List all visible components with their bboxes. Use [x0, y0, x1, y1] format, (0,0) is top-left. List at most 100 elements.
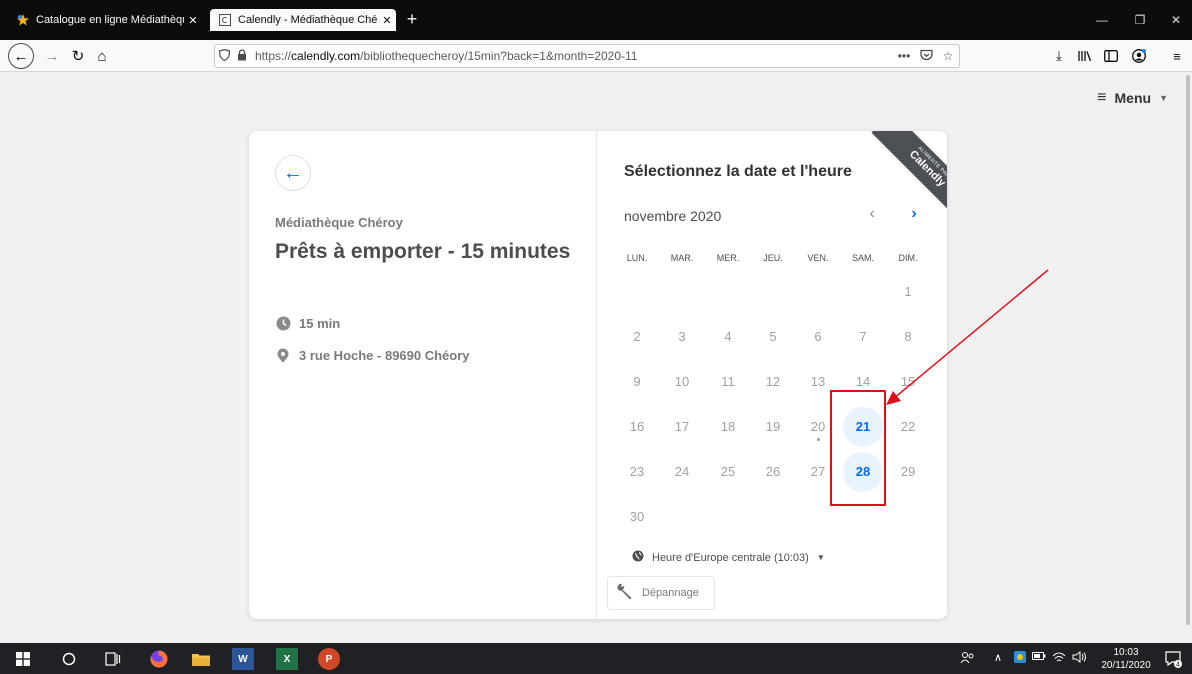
account-icon[interactable] [1128, 44, 1150, 68]
calendar-day: 15 [900, 374, 916, 389]
tab-calendly[interactable]: Calendly - Médiathèque Chéroy ✕ [210, 9, 396, 31]
location-pin-icon [275, 347, 291, 363]
select-date-title: Sélectionnez la date et l'heure [624, 163, 852, 180]
download-icon[interactable]: ⤓ [1048, 44, 1070, 68]
reload-icon[interactable]: ↻ [66, 44, 90, 68]
firefox-icon[interactable] [148, 648, 170, 670]
menu-button[interactable]: ≡ Menu ▼ [1097, 89, 1168, 107]
pocket-icon[interactable] [915, 49, 937, 64]
action-center-icon[interactable]: 4 [1164, 650, 1182, 669]
calendar-day: 3 [678, 329, 686, 344]
lock-icon[interactable] [233, 48, 251, 64]
weekday-label: SAM. [851, 253, 874, 263]
calendar-day: 6 [814, 329, 822, 344]
event-title: Prêts à emporter - 15 minutes [275, 240, 571, 263]
timezone-label: Heure d'Europe centrale (10:03) [652, 551, 809, 564]
battery-icon[interactable] [1032, 651, 1046, 664]
calendar-day: 12 [765, 374, 781, 389]
calendar-day: 10 [674, 374, 690, 389]
wrench-icon [616, 582, 634, 605]
search-circle-icon[interactable] [58, 648, 80, 670]
calendar-day: 11 [721, 374, 735, 389]
excel-icon[interactable]: X [276, 648, 298, 670]
caret-down-icon: ▼ [816, 553, 825, 562]
location-text: 3 rue Hoche - 89690 Chéory [299, 347, 470, 363]
back-button[interactable]: ← [275, 155, 311, 191]
weekday-label: DIM. [898, 253, 918, 263]
calendar-day: 7 [859, 329, 867, 344]
back-arrow-icon[interactable]: ← [8, 43, 34, 69]
prev-month-button[interactable]: ‹ [862, 205, 882, 225]
duration-row: 15 min [275, 315, 340, 331]
powerpoint-icon[interactable]: P [318, 648, 340, 670]
event-details-panel: ← Médiathèque Chéroy Prêts à emporter - … [249, 131, 597, 619]
organizer-name: Médiathèque Chéroy [275, 215, 403, 230]
people-icon[interactable] [960, 651, 976, 668]
tab-close-icon[interactable]: ✕ [184, 14, 202, 27]
weekday-label: VEN. [807, 253, 829, 263]
tab-close-icon[interactable]: ✕ [378, 14, 396, 27]
calendar-day: 26 [765, 464, 781, 479]
troubleshoot-label: Dépannage [642, 587, 699, 599]
calendar-day: 5 [769, 329, 777, 344]
weekday-label: LUN. [626, 253, 648, 263]
duration-text: 15 min [299, 315, 341, 331]
timezone-selector[interactable]: Heure d'Europe centrale (10:03) ▼ [632, 550, 825, 565]
clock-icon [275, 315, 291, 331]
page-actions-icon[interactable]: ••• [893, 49, 915, 63]
url-text[interactable]: https://calendly.com/bibliothequecheroy/… [255, 49, 893, 63]
page-viewport: ≡ Menu ▼ ← Médiathèque Chéroy Prêts à em… [0, 73, 1184, 643]
weekday-label: JEU. [763, 253, 783, 263]
calendar-day: 9 [633, 374, 641, 389]
windows-start-icon[interactable] [12, 648, 34, 670]
forward-arrow-icon[interactable]: → [40, 44, 64, 68]
caret-down-icon: ▼ [1159, 93, 1168, 103]
page-scrollbar[interactable] [1184, 73, 1192, 643]
sidebar-icon[interactable] [1100, 44, 1122, 68]
next-month-button[interactable]: › [904, 205, 924, 225]
close-window-icon[interactable]: ✕ [1164, 10, 1188, 30]
globe-icon [632, 550, 644, 565]
calendar-panel: ALIMENTÉ PAR Calendly Sélectionnez la da… [598, 131, 947, 619]
month-label: novembre 2020 [624, 208, 722, 224]
calendar-day: 18 [720, 419, 736, 434]
show-hidden-icons-icon[interactable]: ∧ [994, 651, 1002, 664]
tab-catalogue[interactable]: Catalogue en ligne Médiathèqu ✕ [8, 9, 202, 31]
weekday-label: MAR. [670, 253, 694, 263]
svg-text:4: 4 [1176, 662, 1180, 669]
troubleshoot-button[interactable]: Dépannage [607, 576, 715, 610]
browser-nav-bar: ← → ↻ ⌂ https://calendly.com/bibliothequ… [0, 40, 1192, 72]
home-icon[interactable]: ⌂ [90, 44, 114, 68]
clock-date: 20/11/2020 [1101, 660, 1151, 671]
scrollbar-thumb[interactable] [1186, 75, 1190, 625]
library-icon[interactable] [1074, 44, 1096, 68]
bookmark-star-icon[interactable]: ☆ [937, 49, 959, 63]
word-icon[interactable]: W [232, 648, 254, 670]
security-tray-icon[interactable] [1014, 651, 1026, 666]
tracking-shield-icon[interactable] [215, 48, 233, 64]
wifi-icon[interactable] [1052, 651, 1066, 666]
volume-icon[interactable] [1072, 651, 1088, 666]
hamburger-menu-icon[interactable]: ≡ [1166, 44, 1188, 68]
windows-taskbar: W X P ∧ 10:03 20/11/2020 4 [0, 643, 1192, 674]
annotation-highlight-box [830, 390, 886, 506]
menu-label: Menu [1114, 90, 1152, 106]
calendar-day: 30 [629, 509, 645, 524]
calendar-day: 22 [900, 419, 916, 434]
url-prefix: https:// [255, 49, 292, 63]
back-arrow-icon: ← [283, 161, 303, 184]
system-clock[interactable]: 10:03 20/11/2020 [1094, 646, 1158, 672]
tab-label: Calendly - Médiathèque Chéroy [238, 14, 378, 26]
new-tab-button[interactable]: + [402, 10, 422, 30]
url-path: /bibliothequecheroy/15min?back=1&month=2… [360, 49, 638, 63]
address-bar[interactable]: https://calendly.com/bibliothequecheroy/… [214, 44, 960, 68]
calendar-day: 17 [674, 419, 690, 434]
restore-icon[interactable]: ❐ [1128, 10, 1152, 30]
minimize-icon[interactable]: — [1090, 10, 1114, 30]
file-explorer-icon[interactable] [190, 648, 212, 670]
browser-tab-bar: Catalogue en ligne Médiathèqu ✕ Calendly… [0, 0, 1192, 40]
booking-card: ← Médiathèque Chéroy Prêts à emporter - … [249, 131, 947, 619]
task-view-icon[interactable] [102, 648, 124, 670]
calendar-day: 29 [900, 464, 916, 479]
tab-label: Catalogue en ligne Médiathèqu [36, 14, 184, 26]
